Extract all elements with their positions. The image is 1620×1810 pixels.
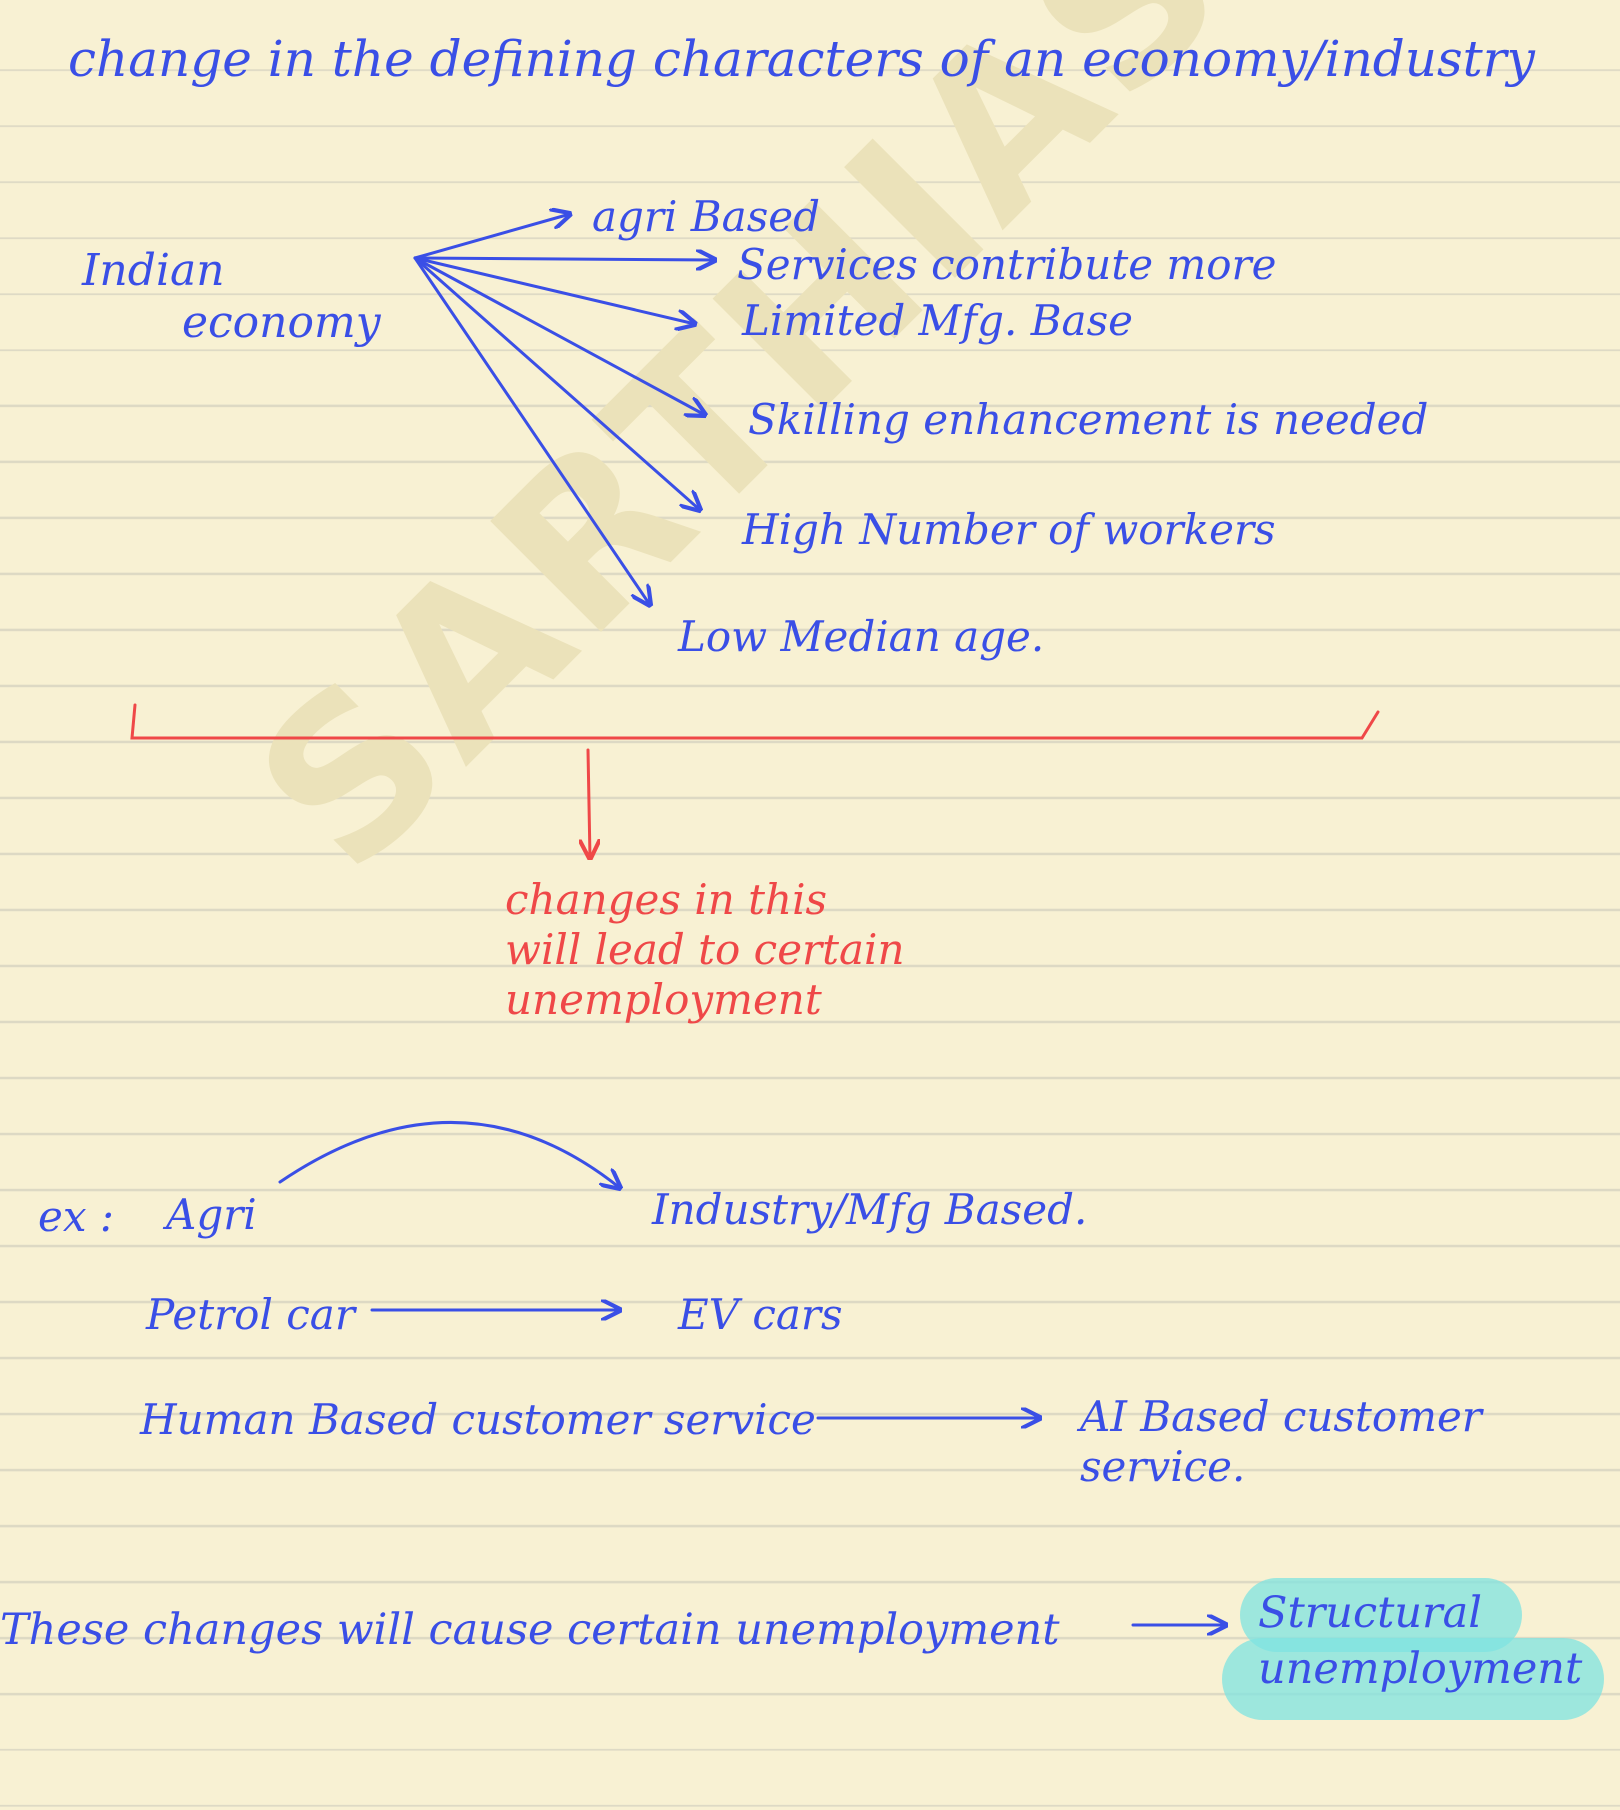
example-from: Human Based customer service	[140, 1395, 816, 1444]
example-from: Agri	[166, 1190, 257, 1239]
mindmap-branch-label: Skilling enhancement is needed	[748, 395, 1429, 444]
mindmap-branch-label: agri Based	[592, 192, 820, 241]
root-line: economy	[182, 297, 381, 348]
mindmap-branch-label: High Number of workers	[742, 505, 1276, 554]
red-note: changes in this will lead to certain une…	[505, 875, 905, 1025]
branch-arrow	[413, 256, 650, 605]
branch-arrow	[413, 256, 705, 415]
example-to-line: AI Based customer	[1080, 1392, 1482, 1441]
branch-arrow	[413, 214, 570, 260]
note-page: SARTHIAS change in the defining characte…	[0, 0, 1620, 1810]
example-to: AI Based customer service.	[1080, 1392, 1482, 1492]
mindmap-branch-label: Limited Mfg. Base	[742, 296, 1134, 345]
mindmap-root: Indian economy	[82, 245, 381, 349]
branch-arrow	[413, 258, 715, 260]
conclusion-text: These changes will cause certain unemplo…	[0, 1605, 1060, 1655]
root-line: Indian	[82, 245, 225, 296]
example-label: ex :	[38, 1192, 115, 1241]
example-from: Petrol car	[146, 1290, 355, 1339]
bracket-line	[130, 703, 1380, 740]
curved-arrow	[278, 1121, 620, 1188]
example-to: Industry/Mfg Based.	[652, 1185, 1088, 1234]
example-to: EV cars	[678, 1290, 843, 1339]
mindmap-branch-label: Low Median age.	[678, 612, 1045, 661]
branch-arrow	[413, 256, 700, 510]
page-title: change in the defining characters of an …	[68, 30, 1535, 88]
note-line: will lead to certain	[505, 925, 905, 974]
branch-arrow	[413, 256, 695, 324]
result-line: unemployment	[1258, 1644, 1583, 1694]
example-to-line: service.	[1080, 1442, 1246, 1491]
note-line: changes in this	[505, 875, 828, 924]
result-line: Structural	[1258, 1588, 1482, 1638]
conclusion-result: Structural unemployment	[1258, 1585, 1582, 1697]
note-line: unemployment	[505, 975, 822, 1024]
mindmap-branch-label: Services contribute more	[737, 240, 1277, 289]
down-arrow	[588, 748, 590, 858]
